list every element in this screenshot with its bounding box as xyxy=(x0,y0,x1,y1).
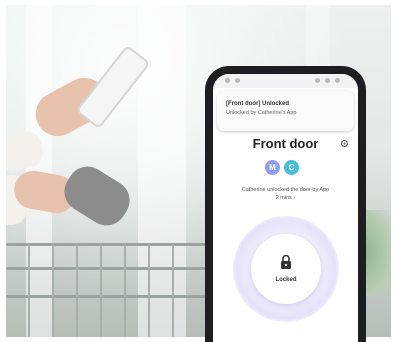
phone-screen: [Front door] Unlocked Unlocked by Cather… xyxy=(213,74,358,342)
status-icon xyxy=(315,78,320,83)
chevron-right-icon: › xyxy=(293,195,296,201)
notification-body: Unlocked by Catherine's App xyxy=(226,110,297,116)
cart-bar xyxy=(172,243,174,337)
status-icon xyxy=(335,78,340,83)
user-avatar-m[interactable]: M xyxy=(265,160,280,175)
unlock-notification[interactable]: [Front door] Unlocked Unlocked by Cather… xyxy=(217,91,354,131)
activity-log[interactable]: Catherine unlocked the door by App 2 min… xyxy=(219,186,352,202)
status-icon xyxy=(225,78,230,83)
activity-message: Catherine unlocked the door by App xyxy=(241,187,330,193)
store-column xyxy=(138,5,186,337)
smartphone: [Front door] Unlocked Unlocked by Cather… xyxy=(205,66,366,342)
cart-bar xyxy=(148,243,150,337)
cart-handle xyxy=(56,159,138,233)
cart-rail xyxy=(6,243,236,246)
cart-bar xyxy=(76,243,78,337)
lock-status-label: Locked xyxy=(275,277,297,283)
cart-rail xyxy=(6,267,236,270)
activity-time-value: 2 mins xyxy=(275,195,292,201)
lock-button[interactable]: Locked xyxy=(251,234,321,304)
cart-rail xyxy=(6,295,236,298)
notification-title: [Front door] Unlocked xyxy=(226,101,289,107)
status-icon xyxy=(235,78,240,83)
padlock-icon xyxy=(281,254,291,269)
status-bar xyxy=(213,74,358,88)
cart-bar xyxy=(52,243,54,337)
gear-icon[interactable] xyxy=(340,139,349,148)
status-icon xyxy=(325,78,330,83)
user-avatar-c[interactable]: C xyxy=(284,160,299,175)
cart-bar xyxy=(100,243,102,337)
cart-bar xyxy=(124,243,126,337)
cart-bar xyxy=(28,243,30,337)
device-title: Front door xyxy=(252,136,319,151)
activity-time: 2 mins › xyxy=(219,194,352,202)
